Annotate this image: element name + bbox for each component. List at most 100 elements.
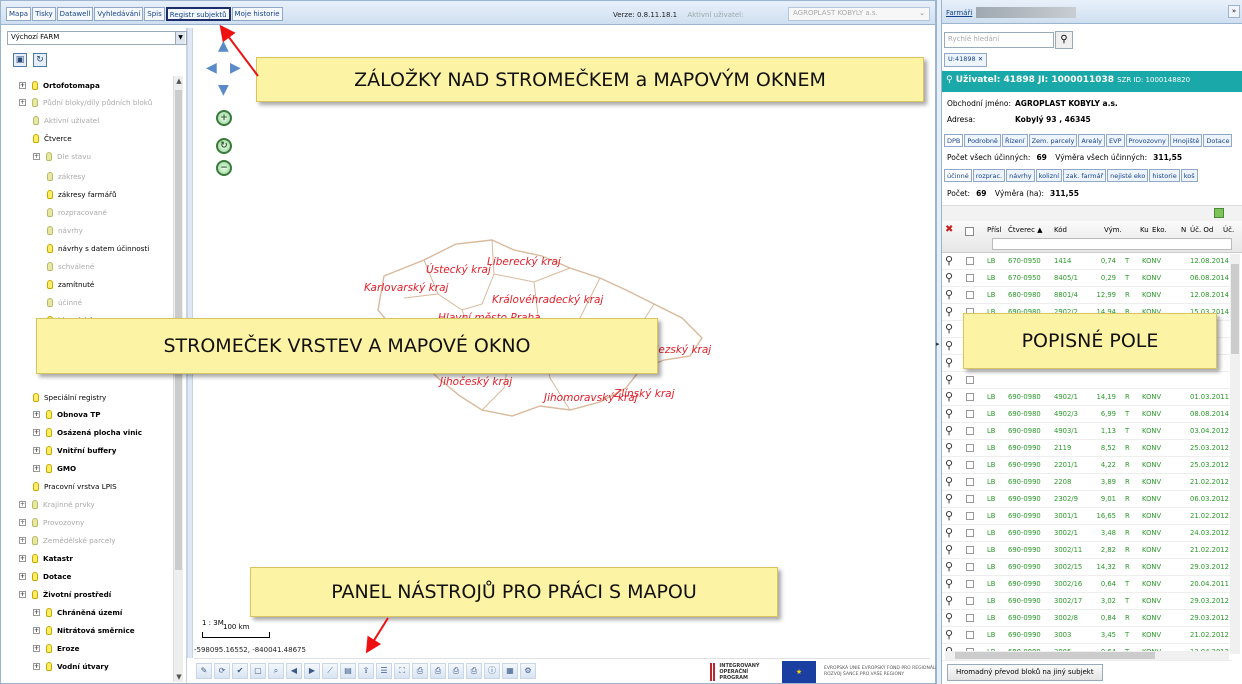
zoom-to-block-icon[interactable]: ⚲ [945,561,953,572]
zoom-select-icon[interactable]: ⌕ [268,663,284,679]
layer-bulb-icon[interactable] [32,81,38,90]
pan-right-icon[interactable]: ▶ [230,60,241,76]
layer-bulb-icon[interactable] [47,244,53,253]
tab-vyhledavani[interactable]: Vyhledávání [94,7,144,21]
detail-tab[interactable]: Podrobně [964,134,1001,147]
tree-item[interactable]: návrhy s datem účinnosti [47,241,149,256]
tree-item[interactable]: Aktivní uživatel [33,113,99,128]
zoom-to-block-icon[interactable]: ⚲ [945,272,953,283]
table-row[interactable]: ⚲ LB 690-0980 4903/1 1,13 T KONV 03.04.2012 [942,423,1232,440]
reload-icon[interactable]: ↻ [33,53,47,67]
layer-bulb-icon[interactable] [46,446,52,455]
column-header[interactable]: Eko. [1152,226,1167,234]
tree-item[interactable]: + Zemědělské parcely [19,533,116,548]
subject-tab[interactable]: U:41898 ✕ [944,53,988,67]
expand-icon[interactable]: + [19,555,26,562]
zoom-to-block-icon[interactable]: ⚲ [945,306,953,317]
expand-icon[interactable]: + [19,591,26,598]
export-icon[interactable]: ⇪ [358,663,374,679]
expand-icon[interactable]: + [33,663,40,670]
tab-moje-historie[interactable]: Moje historie [231,7,283,21]
farmer-panel-title[interactable]: Farmáři [946,9,972,17]
pan-up-icon[interactable]: ▲ [218,38,229,54]
layer-bulb-icon[interactable] [46,152,52,161]
zoom-to-block-icon[interactable]: ⚲ [945,289,953,300]
zoom-to-block-icon[interactable]: ⚲ [945,510,953,521]
layer-bulb-icon[interactable] [46,608,52,617]
table-row[interactable]: ⚲ LB 690-0980 4902/3 6,99 T KONV 08.08.2014 [942,406,1232,423]
zoom-to-block-icon[interactable]: ⚲ [945,425,953,436]
tab-tisky[interactable]: Tisky [32,7,56,21]
pan-left-icon[interactable]: ◀ [206,60,217,76]
eraser-icon[interactable]: ✎ [196,663,212,679]
zoom-to-block-icon[interactable]: ⚲ [945,629,953,640]
status-tab[interactable]: nejisté eko [1107,169,1149,182]
column-header[interactable]: Přísl [987,226,1002,234]
scroll-thumb[interactable] [1231,264,1239,354]
tree-item[interactable]: + Eroze [33,641,79,656]
layer-bulb-icon[interactable] [47,190,53,199]
layer-bulb-icon[interactable] [47,298,53,307]
zoom-to-block-icon[interactable]: ⚲ [945,357,953,368]
back-icon[interactable]: ◀ [286,663,302,679]
active-user-select[interactable]: AGROPLAST KOBYLY a.s. ⌄ [788,7,930,21]
zoom-to-block-icon[interactable]: ⚲ [945,408,953,419]
measure-icon[interactable]: ⟋ [322,663,338,679]
row-checkbox[interactable] [966,274,974,282]
zoom-to-block-icon[interactable]: ⚲ [945,323,953,334]
tree-item[interactable]: zamítnuté [47,277,94,292]
expand-icon[interactable]: » [1228,5,1240,18]
select-all-checkbox[interactable] [965,227,974,236]
zoom-to-block-icon[interactable]: ⚲ [945,459,953,470]
expand-icon[interactable]: + [19,573,26,580]
print2-icon[interactable]: ⎙ [430,663,446,679]
expand-icon[interactable]: + [33,645,40,652]
zoom-to-block-icon[interactable]: ⚲ [945,493,953,504]
layer-bulb-icon[interactable] [33,393,39,402]
status-tab[interactable]: rozprac. [972,169,1006,182]
detail-tab[interactable]: EVP [1106,134,1125,147]
scroll-thumb[interactable] [955,652,1155,659]
row-checkbox[interactable] [966,631,974,639]
layer-bulb-icon[interactable] [32,518,38,527]
row-checkbox[interactable] [966,461,974,469]
layer-bulb-icon[interactable] [47,262,53,271]
status-tab[interactable]: koš [1180,169,1198,182]
zoom-to-block-icon[interactable]: ⚲ [945,578,953,589]
zoom-to-block-icon[interactable]: ⚲ [945,340,953,351]
tree-item[interactable]: zákresy farmářů [47,187,117,202]
search-icon[interactable]: ⚲ [1055,31,1073,49]
column-header[interactable]: Úč. [1223,226,1234,234]
layer-bulb-icon[interactable] [46,410,52,419]
table-row[interactable]: ⚲ LB 690-0990 3002/1 3,48 R KONV 24.03.2012 [942,525,1232,542]
tree-item[interactable]: + Dle stavu [33,149,91,164]
expand-icon[interactable]: + [19,537,26,544]
status-tab[interactable]: kolizní [1035,169,1063,182]
layer-bulb-icon[interactable] [33,116,39,125]
table-row[interactable]: ⚲ LB 690-0980 4902/1 14,19 R KONV 01.03.2011 [942,389,1232,406]
table-row[interactable]: ⚲ LB 690-0990 2302/9 9,01 R KONV 06.03.2012 [942,491,1232,508]
layer-bulb-icon[interactable] [46,644,52,653]
tree-item[interactable]: + Obnova TP [33,407,101,422]
tree-item[interactable]: + Vnitřní buffery [33,443,116,458]
zoom-out-icon[interactable]: − [216,160,232,176]
row-checkbox[interactable] [966,580,974,588]
grid-vertical-scrollbar[interactable] [1230,254,1240,654]
row-checkbox[interactable] [966,597,974,605]
expand-icon[interactable]: + [33,153,40,160]
table-row[interactable]: ⚲ LB 690-0990 2201/1 4,22 R KONV 25.03.2012 [942,457,1232,474]
layer-bulb-icon[interactable] [33,482,39,491]
detail-tab[interactable]: Řízení [1001,134,1028,147]
expand-icon[interactable]: + [19,82,26,89]
status-tab[interactable]: historie [1149,169,1180,182]
tree-item[interactable]: Pracovní vrstva LPIS [33,479,117,494]
row-checkbox[interactable] [966,614,974,622]
layer-bulb-icon[interactable] [46,464,52,473]
zoom-to-block-icon[interactable]: ⚲ [945,374,953,385]
tree-item[interactable]: + Provozovny [19,515,84,530]
check-icon[interactable]: ✔ [232,663,248,679]
layer-bulb-icon[interactable] [47,226,53,235]
status-tab[interactable]: návrhy [1006,169,1035,182]
row-checkbox[interactable] [966,478,974,486]
zoom-to-block-icon[interactable]: ⚲ [945,476,953,487]
